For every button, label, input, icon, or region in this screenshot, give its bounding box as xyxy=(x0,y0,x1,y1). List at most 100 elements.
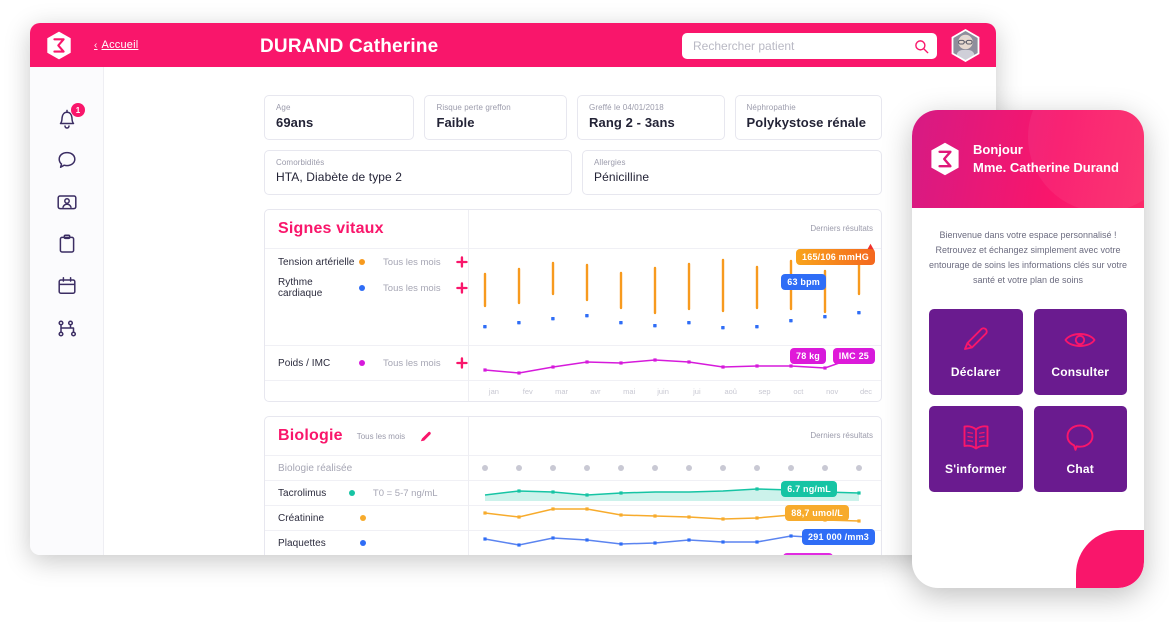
month-tick: juin xyxy=(657,386,669,396)
metric-color-dot xyxy=(359,259,366,265)
status-badge-blood-pressure[interactable]: 165/106 mmHG xyxy=(796,249,875,265)
add-measure-plus-icon[interactable] xyxy=(456,256,468,268)
vitals-chart[interactable]: jan fev mar avr mai juin jui aoû sep oct xyxy=(469,210,881,401)
pencil-icon[interactable] xyxy=(419,430,432,443)
metric-label: Plaquettes xyxy=(278,537,326,549)
main-content: Age 69ans Risque perte greffon Faible Gr… xyxy=(104,67,996,555)
metric-row-blood-pressure[interactable]: Tension artérielle Tous les mois xyxy=(265,249,468,275)
month-tick: mai xyxy=(623,386,636,396)
card-label: Comorbidités xyxy=(276,158,325,167)
status-badge-creatinine[interactable]: 88,7 umol/L xyxy=(785,505,849,521)
metric-label: Tension artérielle xyxy=(278,256,355,268)
status-badge-weight[interactable]: 78 kg xyxy=(789,348,826,364)
month-tick: oct xyxy=(793,386,804,396)
info-card-row-1: Age 69ans Risque perte greffon Faible Gr… xyxy=(264,95,882,140)
status-badge-crp[interactable]: 4,4 mg/L xyxy=(782,553,833,555)
greeting-line-1: Bonjour xyxy=(973,142,1023,158)
biology-title-row: Biologie Tous les mois xyxy=(265,417,468,455)
metric-row-platelets[interactable]: Plaquettes xyxy=(265,531,468,555)
month-tick: jui xyxy=(693,386,701,396)
metric-color-dot xyxy=(360,515,366,521)
tile-label: Consulter xyxy=(1051,365,1110,380)
chat-bubble-icon xyxy=(58,151,76,168)
app-header: ‹ Accueil DURAND Catherine xyxy=(30,23,996,67)
metric-color-dot xyxy=(348,490,355,496)
section-title: Signes vitaux xyxy=(278,220,384,237)
tile-consulter[interactable]: Consulter xyxy=(1033,309,1127,396)
biology-performed-label: Biologie réalisée xyxy=(278,462,353,474)
metric-color-dot xyxy=(359,360,366,366)
status-badge-heart-rate[interactable]: 63 bpm xyxy=(781,274,826,290)
phone-header: Bonjour Mme. Catherine Durand xyxy=(912,110,1144,208)
search-bar[interactable] xyxy=(682,33,937,59)
search-icon[interactable] xyxy=(914,39,929,54)
biology-performed-row: Biologie réalisée xyxy=(265,456,468,480)
metric-row-creatinine[interactable]: Créatinine xyxy=(265,506,468,530)
info-card-allergies: Allergies Pénicilline xyxy=(582,150,882,195)
sidebar-item-calendar[interactable] xyxy=(30,265,104,307)
chat-bubble-icon xyxy=(1066,424,1094,452)
metric-row-tacrolimus[interactable]: Tacrolimus T0 = 5-7 ng/mL xyxy=(265,481,468,505)
card-value: HTA, Diabète de type 2 xyxy=(276,170,403,184)
search-input[interactable] xyxy=(693,39,914,53)
sigma-hex-logo-icon xyxy=(931,142,959,176)
metric-color-dot xyxy=(360,540,366,546)
sigma-hex-logo-icon[interactable] xyxy=(46,31,72,60)
metric-label: Créatinine xyxy=(278,512,325,524)
biology-frequency: Tous les mois xyxy=(356,431,406,441)
sidebar-item-messages[interactable] xyxy=(30,139,104,181)
month-tick: nov xyxy=(826,386,839,396)
home-breadcrumb-link[interactable]: ‹ Accueil xyxy=(94,39,138,51)
phone-action-tiles: Déclarer Consulter S'informer Chat xyxy=(912,287,1144,493)
greeting-line-2: Mme. Catherine Durand xyxy=(973,160,1119,175)
metric-row-heart-rate[interactable]: Rythme cardiaque Tous les mois xyxy=(265,275,468,301)
metric-note: T0 = 5-7 ng/mL xyxy=(372,487,438,499)
card-label: Greffé le 04/01/2018 xyxy=(589,103,664,112)
tile-declarer[interactable]: Déclarer xyxy=(929,309,1023,396)
sidebar-item-care-network[interactable] xyxy=(30,307,104,349)
clipboard-icon xyxy=(59,234,75,253)
tile-sinformer[interactable]: S'informer xyxy=(929,406,1023,493)
card-label: Néphropathie xyxy=(746,103,796,112)
card-label: Age xyxy=(276,103,291,112)
screenshot-stage: ‹ Accueil DURAND Catherine Rechercher pa… xyxy=(0,0,1169,622)
month-tick: dec xyxy=(859,386,873,396)
patient-info-cards: Age 69ans Risque perte greffon Faible Gr… xyxy=(264,95,882,195)
sidebar-item-records[interactable] xyxy=(30,223,104,265)
vitals-chart-region: Derniers résultats jan fev mar avr mai j… xyxy=(469,210,881,401)
card-label: Risque perte greffon xyxy=(436,103,511,112)
chevron-left-icon: ‹ xyxy=(94,39,98,51)
metric-color-dot xyxy=(359,285,366,291)
avatar[interactable] xyxy=(949,29,982,62)
card-value: Pénicilline xyxy=(594,170,650,184)
add-measure-plus-icon[interactable] xyxy=(456,282,468,294)
page-title: DURAND Catherine xyxy=(260,36,439,57)
tile-chat[interactable]: Chat xyxy=(1033,406,1127,493)
info-card-graft-date: Greffé le 04/01/2018 Rang 2 - 3ans xyxy=(577,95,725,140)
phone-welcome-text: Bienvenue dans votre espace personnalisé… xyxy=(928,230,1128,285)
info-card-comorbidities: Comorbidités HTA, Diabète de type 2 xyxy=(264,150,572,195)
vitals-title-row: Signes vitaux xyxy=(265,210,468,248)
add-measure-plus-icon[interactable] xyxy=(456,357,468,369)
eye-icon xyxy=(1064,333,1096,348)
phone-corner-decoration xyxy=(1076,530,1144,588)
card-label: Allergies xyxy=(594,158,626,167)
status-badge-platelets[interactable]: 291 000 /mm3 xyxy=(802,529,875,545)
status-badge-bmi[interactable]: IMC 25 xyxy=(832,348,875,364)
mobile-app-preview: Bonjour Mme. Catherine Durand Bienvenue … xyxy=(912,110,1144,588)
section-title: Biologie xyxy=(278,427,343,444)
home-label: Accueil xyxy=(101,39,139,51)
biology-performed-dots-svg xyxy=(482,465,862,471)
month-tick: avr xyxy=(590,386,601,396)
status-badge-tacrolimus[interactable]: 6.7 ng/mL xyxy=(781,481,837,497)
phone-greeting: Bonjour Mme. Catherine Durand xyxy=(973,141,1119,176)
sidebar-item-notifications[interactable]: 1 xyxy=(30,97,104,139)
sidebar-item-patient-card[interactable] xyxy=(30,181,104,223)
month-tick: jan xyxy=(488,386,499,396)
desktop-app-window: ‹ Accueil DURAND Catherine Rechercher pa… xyxy=(30,23,996,555)
info-card-row-2: Comorbidités HTA, Diabète de type 2 Alle… xyxy=(264,150,882,195)
biology-panel: Biologie Tous les mois Biologie réalisée xyxy=(264,416,882,555)
notification-badge: 1 xyxy=(71,103,85,117)
left-sidebar: 1 xyxy=(30,67,104,555)
metric-row-weight-bmi[interactable]: Poids / IMC Tous les mois xyxy=(265,346,468,380)
